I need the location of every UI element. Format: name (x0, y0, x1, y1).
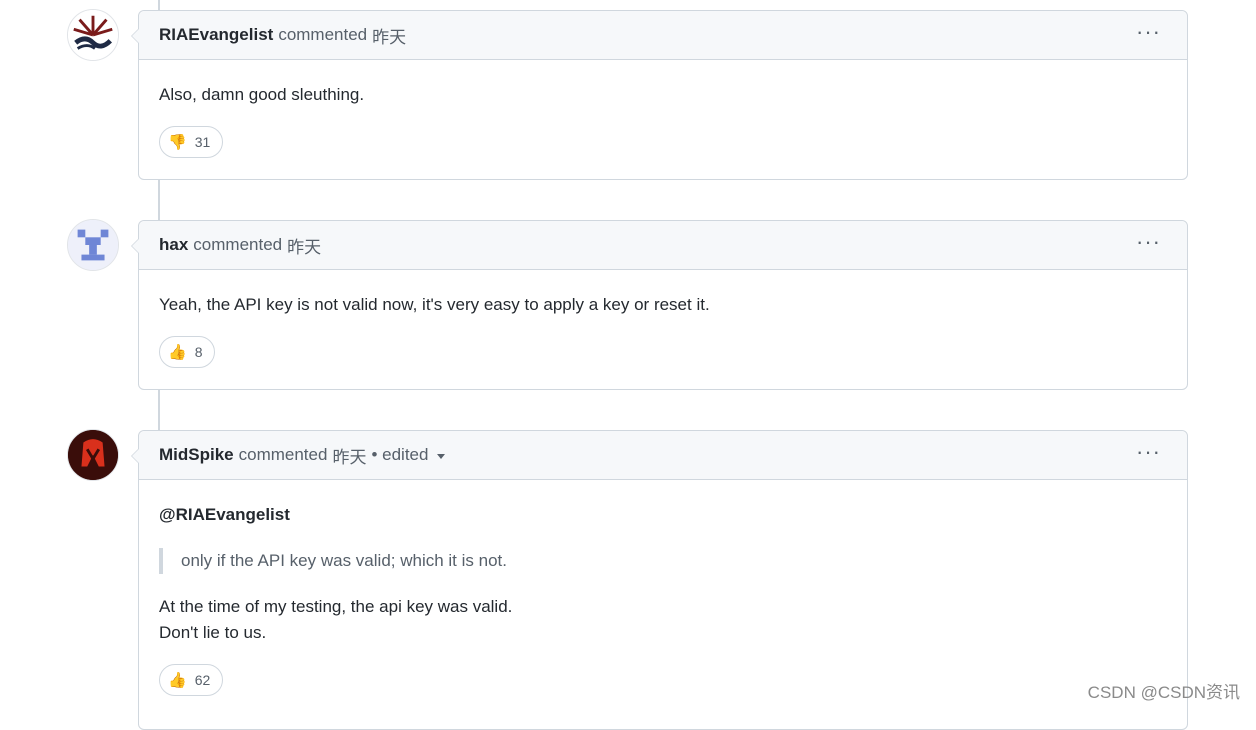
comment-text: Yeah, the API key is not valid now, it's… (159, 292, 1167, 318)
edited-dropdown[interactable]: • edited (371, 445, 445, 465)
author-link[interactable]: hax (159, 235, 188, 255)
author-link[interactable]: RIAEvangelist (159, 25, 273, 45)
comment-box: hax commented 昨天 ··· Yeah, the API key i… (138, 220, 1188, 390)
thumbs-up-icon: 👍 (168, 673, 187, 688)
thumbs-down-icon: 👎 (168, 135, 187, 150)
comment-body: @RIAEvangelist only if the API key was v… (139, 480, 1187, 716)
reaction-thumbs-up[interactable]: 👍 8 (159, 336, 215, 368)
more-options-icon[interactable]: ··· (1136, 27, 1161, 43)
thumbs-up-icon: 👍 (168, 345, 187, 360)
reaction-count: 31 (195, 129, 211, 155)
blockquote: only if the API key was valid; which it … (159, 548, 1167, 574)
comment-action: commented (193, 235, 282, 255)
reaction-thumbs-down[interactable]: 👎 31 (159, 126, 223, 158)
reaction-count: 8 (195, 339, 203, 365)
more-options-icon[interactable]: ··· (1136, 447, 1161, 463)
avatar-image (68, 10, 118, 60)
comment-header: hax commented 昨天 ··· (139, 221, 1187, 270)
comment-header: RIAEvangelist commented 昨天 ··· (139, 11, 1187, 60)
comment-box: RIAEvangelist commented 昨天 ··· Also, dam… (138, 10, 1188, 180)
comment-body: Also, damn good sleuthing. 👎 31 (139, 60, 1187, 178)
reaction-thumbs-up[interactable]: 👍 62 (159, 664, 223, 696)
avatar[interactable] (67, 219, 119, 271)
avatar[interactable] (67, 429, 119, 481)
comment-text-line: At the time of my testing, the api key w… (159, 594, 1167, 620)
comment-time[interactable]: 昨天 (372, 23, 406, 48)
edited-label: • edited (371, 445, 428, 465)
author-link[interactable]: MidSpike (159, 445, 234, 465)
more-options-icon[interactable]: ··· (1136, 237, 1161, 253)
comment-time[interactable]: 昨天 (332, 443, 366, 468)
comment-box: MidSpike commented 昨天 • edited ··· @RIAE… (138, 430, 1188, 730)
comment-text: Also, damn good sleuthing. (159, 82, 1167, 108)
user-mention-link[interactable]: @RIAEvangelist (159, 502, 1167, 528)
comment-body: Yeah, the API key is not valid now, it's… (139, 270, 1187, 388)
reaction-count: 62 (195, 667, 211, 693)
avatar[interactable] (67, 9, 119, 61)
comment-action: commented (278, 25, 367, 45)
chevron-down-icon (437, 454, 445, 459)
comment-action: commented (239, 445, 328, 465)
comment-header: MidSpike commented 昨天 • edited ··· (139, 431, 1187, 480)
comment-time[interactable]: 昨天 (287, 233, 321, 258)
avatar-image (68, 220, 118, 270)
avatar-image (68, 430, 118, 480)
watermark: CSDN @CSDN资讯 (1088, 678, 1240, 703)
comment-text-line: Don't lie to us. (159, 620, 1167, 646)
